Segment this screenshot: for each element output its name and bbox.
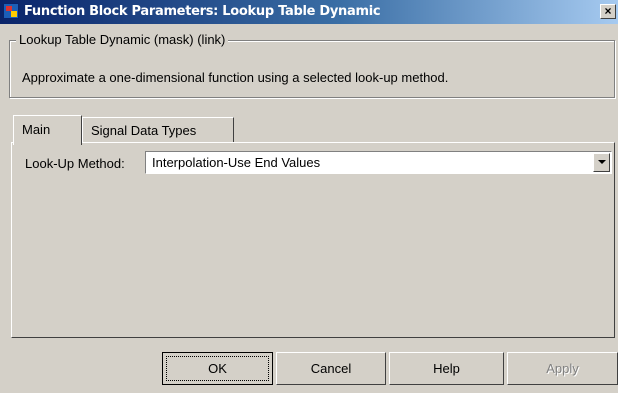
close-icon[interactable]: × — [600, 4, 616, 19]
lookup-method-select[interactable]: Interpolation-Use End Values — [145, 151, 612, 174]
tab-signal-data-types[interactable]: Signal Data Types — [82, 117, 234, 143]
group-legend: Lookup Table Dynamic (mask) (link) — [16, 32, 229, 47]
chevron-down-icon[interactable] — [593, 153, 610, 172]
apply-button[interactable]: Apply — [507, 352, 618, 385]
tab-main[interactable]: Main — [13, 115, 82, 145]
help-button[interactable]: Help — [389, 352, 504, 385]
cancel-button[interactable]: Cancel — [276, 352, 386, 385]
mask-description-group — [9, 40, 615, 98]
title-bar[interactable]: Function Block Parameters: Lookup Table … — [0, 0, 618, 24]
window-title: Function Block Parameters: Lookup Table … — [24, 4, 381, 19]
block-description: Approximate a one-dimensional function u… — [22, 70, 449, 85]
simulink-block-icon — [3, 3, 19, 19]
lookup-method-value: Interpolation-Use End Values — [152, 155, 321, 170]
focus-rect — [166, 356, 269, 381]
lookup-method-label: Look-Up Method: — [25, 156, 125, 171]
ok-button[interactable]: OK — [162, 352, 273, 385]
